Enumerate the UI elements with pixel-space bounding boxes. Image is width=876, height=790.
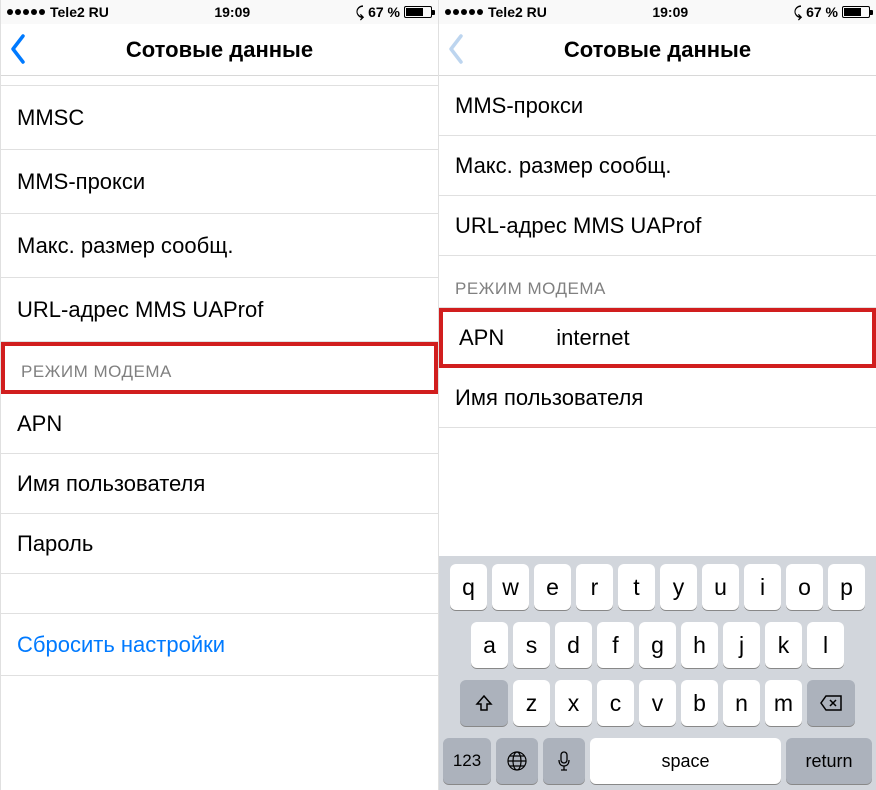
key-h[interactable]: h xyxy=(681,622,718,668)
keyboard-row-3: z x c v b n m xyxy=(443,680,872,726)
row-max-msg[interactable]: Макс. размер сообщ. xyxy=(439,136,876,196)
row-apn[interactable]: APN xyxy=(1,394,438,454)
row-apn[interactable]: APN internet xyxy=(439,308,876,368)
row-mms-proxy[interactable]: MMS-прокси xyxy=(439,76,876,136)
page-title: Сотовые данные xyxy=(126,37,313,63)
status-bar: Tele2 RU 19:09 ⤹ 67 % xyxy=(1,0,438,24)
key-o[interactable]: o xyxy=(786,564,823,610)
key-shift[interactable] xyxy=(460,680,508,726)
key-globe[interactable] xyxy=(496,738,538,784)
key-s[interactable]: s xyxy=(513,622,550,668)
key-space[interactable]: space xyxy=(590,738,781,784)
key-g[interactable]: g xyxy=(639,622,676,668)
battery-percent: 67 % xyxy=(368,4,400,20)
globe-icon xyxy=(506,750,528,772)
back-button[interactable] xyxy=(447,34,465,69)
row-truncated xyxy=(1,76,438,86)
key-m[interactable]: m xyxy=(765,680,802,726)
battery-icon xyxy=(404,6,432,18)
apn-value: internet xyxy=(556,325,629,351)
key-t[interactable]: t xyxy=(618,564,655,610)
row-mmsc[interactable]: MMSC xyxy=(1,86,438,150)
phone-right: Tele2 RU 19:09 ⤹ 67 % Сотовые данные MMS… xyxy=(438,0,876,790)
key-c[interactable]: c xyxy=(597,680,634,726)
backspace-icon xyxy=(819,694,843,712)
key-q[interactable]: q xyxy=(450,564,487,610)
key-d[interactable]: d xyxy=(555,622,592,668)
row-max-msg[interactable]: Макс. размер сообщ. xyxy=(1,214,438,278)
section-modem: РЕЖИМ МОДЕМА xyxy=(439,256,876,308)
key-p[interactable]: p xyxy=(828,564,865,610)
key-return[interactable]: return xyxy=(786,738,872,784)
nav-bar: Сотовые данные xyxy=(439,24,876,76)
nav-bar: Сотовые данные xyxy=(1,24,438,76)
key-l[interactable]: l xyxy=(807,622,844,668)
key-z[interactable]: z xyxy=(513,680,550,726)
phone-left: Tele2 RU 19:09 ⤹ 67 % Сотовые данные MMS… xyxy=(0,0,438,790)
shift-icon xyxy=(474,693,494,713)
status-time: 19:09 xyxy=(547,4,794,20)
section-modem: РЕЖИМ МОДЕМА xyxy=(1,342,438,394)
key-n[interactable]: n xyxy=(723,680,760,726)
key-e[interactable]: e xyxy=(534,564,571,610)
key-a[interactable]: a xyxy=(471,622,508,668)
mic-icon xyxy=(556,750,572,772)
row-mms-uaprof[interactable]: URL-адрес MMS UAProf xyxy=(439,196,876,256)
key-r[interactable]: r xyxy=(576,564,613,610)
page-title: Сотовые данные xyxy=(564,37,751,63)
chevron-left-icon xyxy=(447,34,465,64)
battery-percent: 67 % xyxy=(806,4,838,20)
carrier-label: Tele2 RU xyxy=(50,4,109,20)
signal-dots-icon xyxy=(7,9,45,15)
keyboard-row-1: q w e r t y u i o p xyxy=(443,564,872,610)
blank-spacer xyxy=(1,574,438,614)
keyboard-row-4: 123 space return xyxy=(443,738,872,784)
settings-list: MMS-прокси Макс. размер сообщ. URL-адрес… xyxy=(439,76,876,556)
key-j[interactable]: j xyxy=(723,622,760,668)
row-mms-proxy[interactable]: MMS-прокси xyxy=(1,150,438,214)
key-x[interactable]: x xyxy=(555,680,592,726)
battery-icon xyxy=(842,6,870,18)
key-k[interactable]: k xyxy=(765,622,802,668)
key-y[interactable]: y xyxy=(660,564,697,610)
key-v[interactable]: v xyxy=(639,680,676,726)
carrier-label: Tele2 RU xyxy=(488,4,547,20)
keyboard: q w e r t y u i o p a s d f g h j k l z xyxy=(439,556,876,790)
keyboard-row-2: a s d f g h j k l xyxy=(443,622,872,668)
back-button[interactable] xyxy=(9,34,27,69)
chevron-left-icon xyxy=(9,34,27,64)
rotation-lock-icon: ⤹ xyxy=(356,4,364,21)
signal-dots-icon xyxy=(445,9,483,15)
settings-list: MMSC MMS-прокси Макс. размер сообщ. URL-… xyxy=(1,76,438,790)
row-password[interactable]: Пароль xyxy=(1,514,438,574)
status-time: 19:09 xyxy=(109,4,356,20)
key-i[interactable]: i xyxy=(744,564,781,610)
key-backspace[interactable] xyxy=(807,680,855,726)
key-mic[interactable] xyxy=(543,738,585,784)
status-bar: Tele2 RU 19:09 ⤹ 67 % xyxy=(439,0,876,24)
row-username[interactable]: Имя пользователя xyxy=(439,368,876,428)
reset-button[interactable]: Сбросить настройки xyxy=(1,614,438,676)
key-u[interactable]: u xyxy=(702,564,739,610)
key-b[interactable]: b xyxy=(681,680,718,726)
key-f[interactable]: f xyxy=(597,622,634,668)
rotation-lock-icon: ⤹ xyxy=(794,4,802,21)
row-mms-uaprof[interactable]: URL-адрес MMS UAProf xyxy=(1,278,438,342)
row-username[interactable]: Имя пользователя xyxy=(1,454,438,514)
apn-label: APN xyxy=(459,325,504,351)
key-w[interactable]: w xyxy=(492,564,529,610)
key-123[interactable]: 123 xyxy=(443,738,491,784)
